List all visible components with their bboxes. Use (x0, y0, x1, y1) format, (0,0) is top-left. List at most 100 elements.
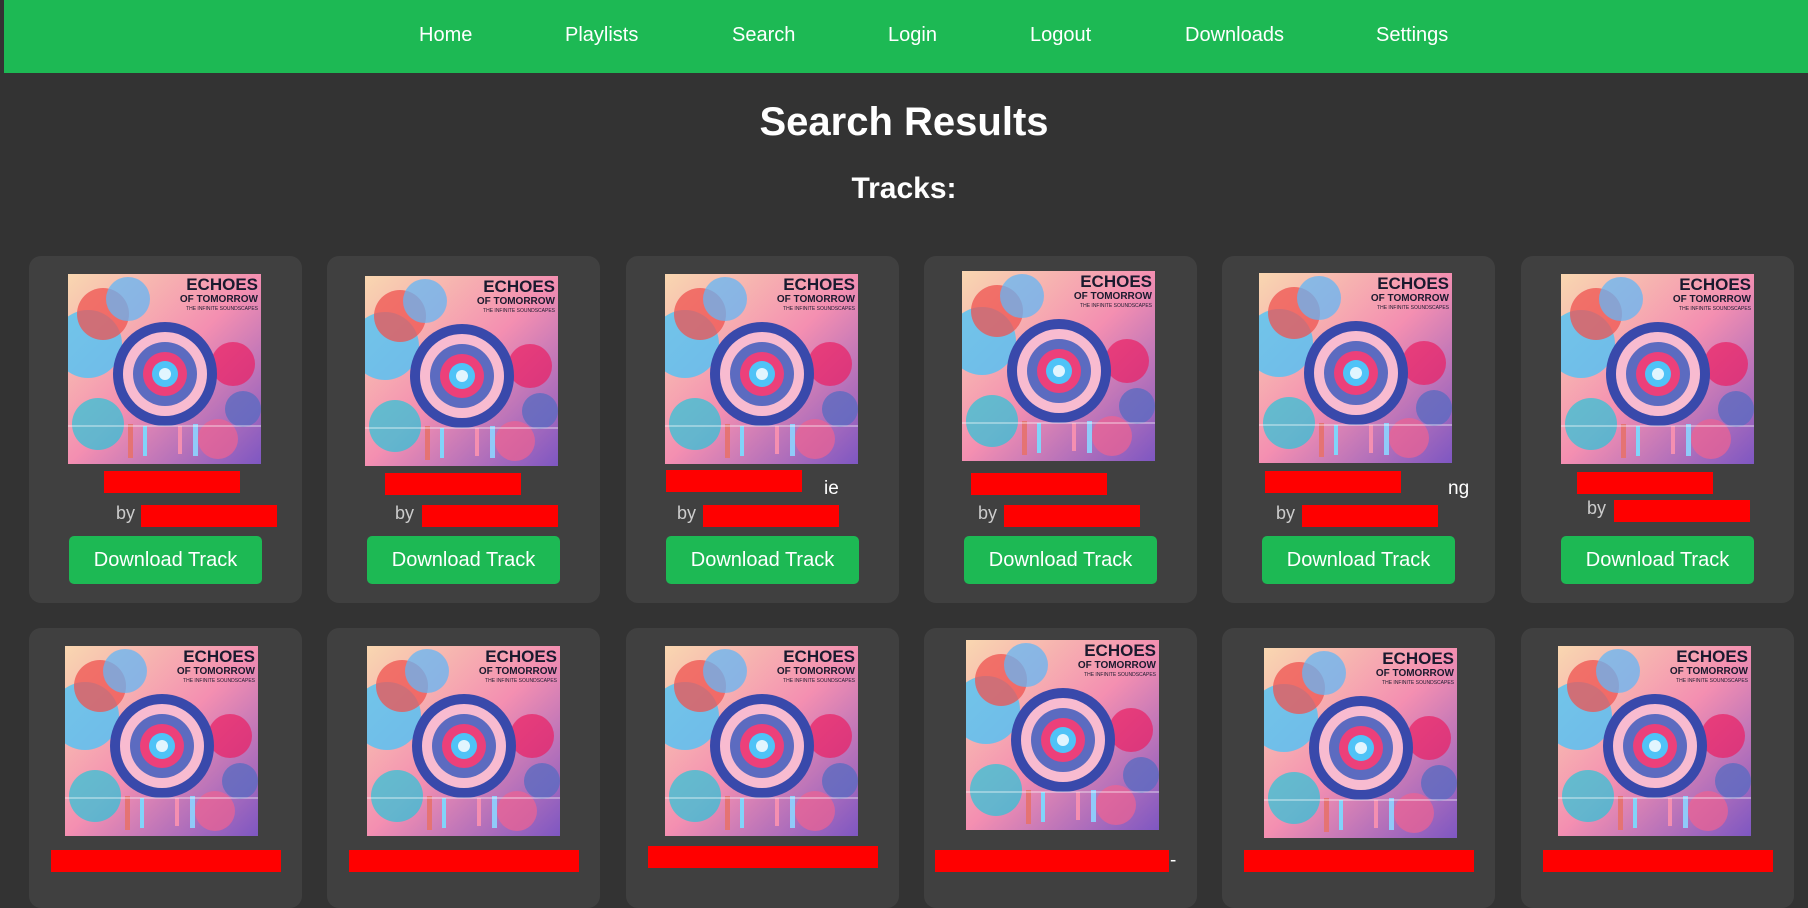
album-title-line1: ECHOES (183, 647, 255, 666)
track-cover-image: ECHOES OF TOMORROW THE INFINITE SOUNDSCAPE… (1558, 646, 1751, 836)
album-subtitle: THE INFINITE SOUNDSCAPES (1080, 303, 1153, 309)
track-card: ECHOES OF TOMORROW THE INFINITE SOUNDSCAPE… (327, 256, 600, 603)
album-cover-art: ECHOESOF TOMORROWTHE INFINITE SOUNDSCAPE… (966, 640, 1159, 830)
album-cover-art: ECHOESOF TOMORROWTHE INFINITE SOUNDSCAPE… (665, 274, 858, 464)
album-title-line1: ECHOES (483, 277, 555, 296)
track-by-label: by (1276, 503, 1296, 523)
album-cover-art: ECHOESOF TOMORROWTHE INFINITE SOUNDSCAPE… (365, 276, 558, 466)
track-card: ECHOES OF TOMORROW THE INFINITE SOUNDSCAPE… (327, 628, 600, 908)
album-cover-art: ECHOESOF TOMORROWTHE INFINITE SOUNDSCAPE… (962, 271, 1155, 461)
album-title-line1: ECHOES (1377, 274, 1449, 293)
track-by-label: by (395, 503, 415, 523)
track-title-redacted (385, 473, 521, 495)
download-track-button[interactable]: Download Track (666, 536, 859, 584)
album-title-line1: ECHOES (783, 647, 855, 666)
track-title-redacted (935, 850, 1169, 872)
track-card: ECHOES OF TOMORROW THE INFINITE SOUNDSCAPE… (924, 628, 1197, 908)
track-cover-image: ECHOES OF TOMORROW THE INFINITE SOUNDSCAPE… (665, 274, 858, 464)
download-track-button[interactable]: Download Track (1561, 536, 1754, 584)
nav-downloads-link[interactable]: Downloads (1185, 24, 1284, 47)
album-title-line2: OF TOMORROW (477, 296, 556, 307)
album-subtitle: THE INFINITE SOUNDSCAPES (485, 678, 558, 684)
album-subtitle: THE INFINITE SOUNDSCAPES (1382, 680, 1455, 686)
album-cover-art: ECHOESOF TOMORROWTHE INFINITE SOUNDSCAPE… (1259, 273, 1452, 463)
track-title-visible-suffix: - (1170, 850, 1177, 871)
album-subtitle: THE INFINITE SOUNDSCAPES (783, 306, 856, 312)
album-title-line1: ECHOES (1084, 641, 1156, 660)
album-title-line2: OF TOMORROW (777, 294, 856, 305)
album-title-line2: OF TOMORROW (1371, 293, 1450, 304)
track-by-label: by (1587, 498, 1607, 518)
nav-login-link[interactable]: Login (888, 24, 937, 47)
album-title-line1: ECHOES (1679, 275, 1751, 294)
track-cover-image: ECHOES OF TOMORROW THE INFINITE SOUNDSCAPE… (65, 646, 258, 836)
album-title-line1: ECHOES (783, 275, 855, 294)
track-title-redacted (971, 473, 1107, 495)
track-cover-image: ECHOES OF TOMORROW THE INFINITE SOUNDSCAPE… (1561, 274, 1754, 464)
track-card: ECHOES OF TOMORROW THE INFINITE SOUNDSCAPE… (626, 256, 899, 603)
nav-settings-link[interactable]: Settings (1376, 24, 1448, 47)
album-title-line2: OF TOMORROW (180, 294, 259, 305)
track-cover-image: ECHOES OF TOMORROW THE INFINITE SOUNDSCAPE… (365, 276, 558, 466)
track-by-label: by (677, 503, 697, 523)
nav-logout-link[interactable]: Logout (1030, 24, 1091, 47)
track-artist-redacted (422, 505, 558, 527)
track-cover-image: ECHOES OF TOMORROW THE INFINITE SOUNDSCAPE… (367, 646, 560, 836)
album-title-line1: ECHOES (485, 647, 557, 666)
nav-home-link[interactable]: Home (419, 24, 472, 47)
album-subtitle: THE INFINITE SOUNDSCAPES (1084, 672, 1157, 678)
track-title-redacted (1577, 472, 1713, 494)
track-title-redacted (666, 470, 802, 492)
album-title-line2: OF TOMORROW (479, 666, 558, 677)
track-cover-image: ECHOES OF TOMORROW THE INFINITE SOUNDSCAPE… (1264, 648, 1457, 838)
track-card: ECHOES OF TOMORROW THE INFINITE SOUNDSCAPE… (626, 628, 899, 908)
track-title-redacted (1543, 850, 1773, 872)
album-cover-art: ECHOESOF TOMORROWTHE INFINITE SOUNDSCAPE… (1561, 274, 1754, 464)
download-track-button[interactable]: Download Track (367, 536, 560, 584)
tracks-heading: Tracks: (851, 172, 957, 205)
album-title-line1: ECHOES (1676, 647, 1748, 666)
nav-playlists-link[interactable]: Playlists (565, 24, 638, 47)
album-subtitle: THE INFINITE SOUNDSCAPES (783, 678, 856, 684)
album-subtitle: THE INFINITE SOUNDSCAPES (1377, 305, 1450, 311)
download-track-button[interactable]: Download Track (1262, 536, 1455, 584)
album-cover-art: ECHOESOF TOMORROWTHE INFINITE SOUNDSCAPE… (367, 646, 560, 836)
album-title-line2: OF TOMORROW (1074, 291, 1153, 302)
track-artist-redacted (1302, 505, 1438, 527)
download-track-button[interactable]: Download Track (964, 536, 1157, 584)
track-title-redacted (1265, 471, 1401, 493)
album-title-line2: OF TOMORROW (1078, 660, 1157, 671)
track-title-visible-suffix: ie (824, 478, 839, 499)
track-title-redacted (104, 471, 240, 493)
album-title-line1: ECHOES (1080, 272, 1152, 291)
track-card: ECHOES OF TOMORROW THE INFINITE SOUNDSCAPE… (924, 256, 1197, 603)
track-title-redacted (51, 850, 281, 872)
album-title-line1: ECHOES (1382, 649, 1454, 668)
track-title-redacted (648, 846, 878, 868)
album-title-line2: OF TOMORROW (177, 666, 256, 677)
album-cover-art: ECHOESOF TOMORROWTHE INFINITE SOUNDSCAPE… (1558, 646, 1751, 836)
download-track-button[interactable]: Download Track (69, 536, 262, 584)
track-card: ECHOES OF TOMORROW THE INFINITE SOUNDSCAPE… (1222, 256, 1495, 603)
track-cover-image: ECHOES OF TOMORROW THE INFINITE SOUNDSCAPE… (966, 640, 1159, 830)
album-cover-art: ECHOESOF TOMORROWTHE INFINITE SOUNDSCAPE… (665, 646, 858, 836)
track-artist-redacted (1614, 500, 1750, 522)
track-by-label: by (116, 503, 136, 523)
album-subtitle: THE INFINITE SOUNDSCAPES (1679, 306, 1752, 312)
track-by-label: by (978, 503, 998, 523)
album-title-line2: OF TOMORROW (1376, 668, 1455, 679)
track-card: ECHOES OF TOMORROW THE INFINITE SOUNDSCAPE… (29, 256, 302, 603)
top-navbar: Home Playlists Search Login Logout Downl… (4, 0, 1808, 73)
album-subtitle: THE INFINITE SOUNDSCAPES (1676, 678, 1749, 684)
track-cover-image: ECHOES OF TOMORROW THE INFINITE SOUNDSCAPE… (1259, 273, 1452, 463)
track-card: ECHOES OF TOMORROW THE INFINITE SOUNDSCAPE… (1521, 256, 1794, 603)
album-subtitle: THE INFINITE SOUNDSCAPES (183, 678, 256, 684)
track-title-redacted (349, 850, 579, 872)
nav-search-link[interactable]: Search (732, 24, 795, 47)
track-cover-image: ECHOES OF TOMORROW THE INFINITE SOUNDSCAPE… (962, 271, 1155, 461)
album-cover-art: ECHOESOF TOMORROWTHE INFINITE SOUNDSCAPE… (68, 274, 261, 464)
track-artist-redacted (1004, 505, 1140, 527)
album-cover-art: ECHOESOF TOMORROWTHE INFINITE SOUNDSCAPE… (65, 646, 258, 836)
track-card: ECHOES OF TOMORROW THE INFINITE SOUNDSCAPE… (1521, 628, 1794, 908)
track-card: ECHOES OF TOMORROW THE INFINITE SOUNDSCAPE… (1222, 628, 1495, 908)
